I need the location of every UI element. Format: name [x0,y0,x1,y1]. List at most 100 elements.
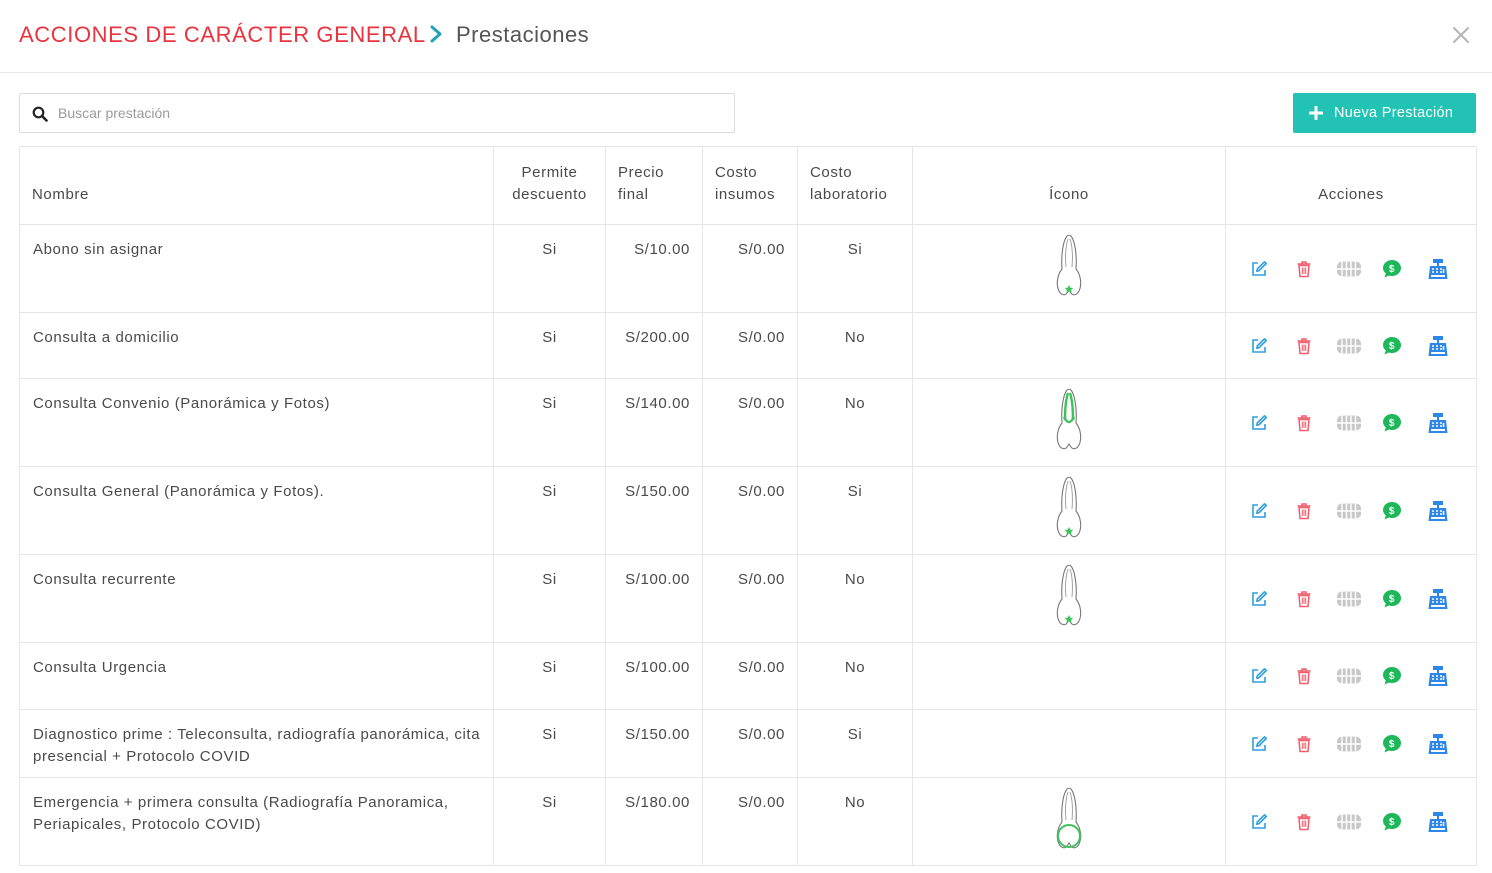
trash-icon[interactable] [1296,813,1312,831]
cash-register-icon[interactable] [1427,665,1449,687]
trash-icon[interactable] [1296,337,1312,355]
search-input[interactable] [58,95,728,131]
svg-text:$: $ [1389,593,1395,604]
cash-register-icon[interactable] [1427,588,1449,610]
column-header-actions: Acciones [1225,146,1477,225]
table-row: Consulta Urgencia Si S/100.00 S/0.00 No $ [19,642,1477,710]
trash-icon[interactable] [1296,667,1312,685]
cell-supplies: S/0.00 [702,777,798,866]
money-chat-icon[interactable]: $ [1382,734,1402,754]
edit-icon[interactable] [1250,735,1268,753]
cell-discount: Si [493,554,606,643]
plus-icon [1309,106,1323,120]
cell-discount: Si [493,378,606,467]
cell-name: Consulta Urgencia [19,642,494,710]
edit-icon[interactable] [1250,414,1268,432]
cell-price: S/150.00 [605,466,703,555]
table-row: Consulta Convenio (Panorámica y Fotos) Si… [19,378,1477,467]
money-chat-icon[interactable]: $ [1382,589,1402,609]
table-row: Emergencia + primera consulta (Radiograf… [19,777,1477,866]
cash-register-icon[interactable] [1427,500,1449,522]
cash-register-icon[interactable] [1427,733,1449,755]
money-chat-icon[interactable]: $ [1382,666,1402,686]
edit-icon[interactable] [1250,813,1268,831]
cell-actions: $ [1225,466,1477,555]
table-row: Consulta recurrente Si S/100.00 S/0.00 No $ [19,554,1477,643]
money-chat-icon[interactable]: $ [1382,413,1402,433]
table-row: Abono sin asignar Si S/10.00 S/0.00 Si $ [19,224,1477,313]
table-row: Consulta General (Panorámica y Fotos). Si… [19,466,1477,555]
edit-icon[interactable] [1250,337,1268,355]
svg-text:$: $ [1389,340,1395,351]
cell-discount: Si [493,642,606,710]
cell-name: Abono sin asignar [19,224,494,313]
money-chat-icon[interactable]: $ [1382,259,1402,279]
cell-name: Consulta General (Panorámica y Fotos). [19,466,494,555]
row-actions: $ [1226,811,1476,833]
trash-icon[interactable] [1296,590,1312,608]
teeth-icon [1337,503,1361,518]
column-header-icon: Ícono [912,146,1226,225]
new-service-label: Nueva Prestación [1334,105,1454,121]
svg-text:$: $ [1389,263,1395,274]
trash-icon[interactable] [1296,502,1312,520]
cell-lab: No [797,554,913,643]
money-chat-icon[interactable]: $ [1382,336,1402,356]
money-chat-icon[interactable]: $ [1382,812,1402,832]
cell-icon [912,378,1226,467]
cell-name: Consulta recurrente [19,554,494,643]
teeth-icon [1337,261,1361,276]
cell-discount: Si [493,224,606,313]
breadcrumb-parent[interactable]: ACCIONES DE CARÁCTER GENERAL [19,22,426,48]
tooth-icon [1056,787,1082,849]
cash-register-icon[interactable] [1427,258,1449,280]
teeth-icon [1337,814,1361,829]
edit-icon[interactable] [1250,260,1268,278]
row-actions: $ [1226,665,1476,687]
cell-supplies: S/0.00 [702,312,798,379]
column-header-lab: Costo laboratorio [797,146,913,225]
trash-icon[interactable] [1296,414,1312,432]
chevron-right-icon [430,25,442,43]
cell-supplies: S/0.00 [702,554,798,643]
services-table: Nombre Permite descuento Precio final Cost… [19,146,1477,866]
new-service-button[interactable]: Nueva Prestación [1293,93,1476,133]
cell-price: S/140.00 [605,378,703,467]
row-actions: $ [1226,258,1476,280]
edit-icon[interactable] [1250,502,1268,520]
cell-lab: Si [797,466,913,555]
row-actions: $ [1226,335,1476,357]
cell-price: S/180.00 [605,777,703,866]
cell-lab: No [797,642,913,710]
column-header-price: Precio final [605,146,703,225]
cash-register-icon[interactable] [1427,335,1449,357]
cell-discount: Si [493,777,606,866]
cell-supplies: S/0.00 [702,642,798,710]
cell-actions: $ [1225,378,1477,467]
trash-icon[interactable] [1296,735,1312,753]
money-chat-icon[interactable]: $ [1382,501,1402,521]
cell-lab: No [797,378,913,467]
close-icon[interactable] [1450,24,1472,46]
table-row: Diagnostico prime : Teleconsulta, radiog… [19,709,1477,778]
svg-text:$: $ [1389,738,1395,749]
edit-icon[interactable] [1250,667,1268,685]
cell-icon [912,224,1226,313]
edit-icon[interactable] [1250,590,1268,608]
cell-discount: Si [493,709,606,778]
table-row: Consulta a domicilio Si S/200.00 S/0.00 No $ [19,312,1477,379]
trash-icon[interactable] [1296,260,1312,278]
cell-price: S/200.00 [605,312,703,379]
cash-register-icon[interactable] [1427,811,1449,833]
tooth-icon [1056,476,1082,538]
cell-actions: $ [1225,554,1477,643]
cash-register-icon[interactable] [1427,412,1449,434]
cell-icon [912,709,1226,778]
teeth-icon [1337,591,1361,606]
row-actions: $ [1226,412,1476,434]
cell-supplies: S/0.00 [702,709,798,778]
cell-price: S/100.00 [605,554,703,643]
teeth-icon [1337,668,1361,684]
modal-header: ACCIONES DE CARÁCTER GENERAL Prestacione… [0,0,1492,73]
search-box [19,93,735,133]
